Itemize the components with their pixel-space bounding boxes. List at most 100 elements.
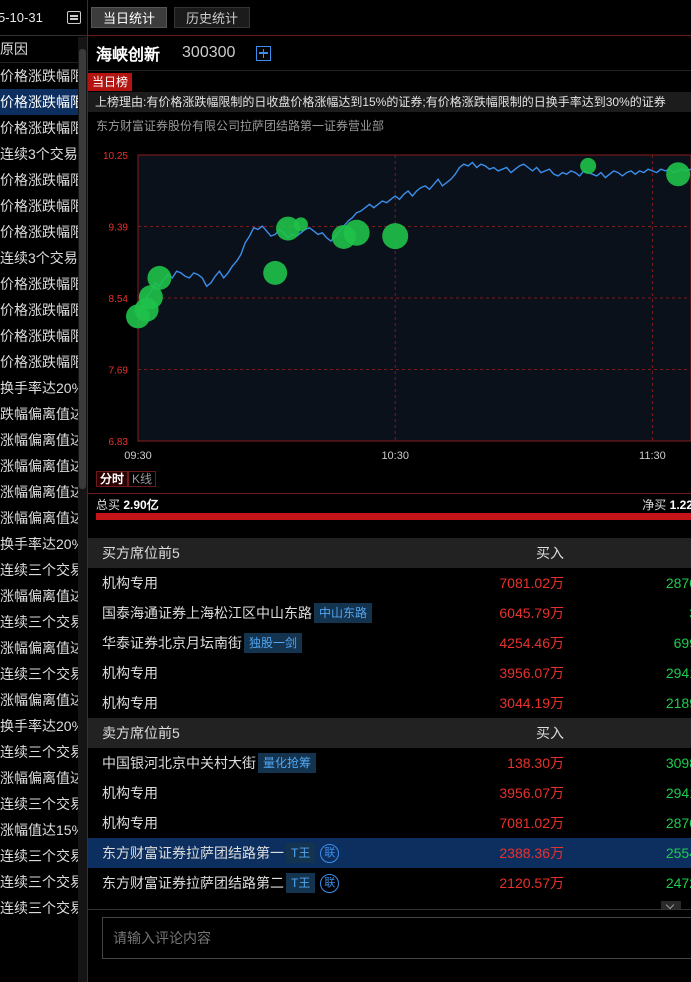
stock-name[interactable]: 海峡创新 — [96, 41, 160, 65]
seat-sell-amount: 2870 — [665, 575, 691, 591]
reason-list-item[interactable]: 涨幅偏离值达7 — [0, 583, 78, 609]
seat-name-text: 机构专用 — [102, 785, 158, 801]
reason-list-item[interactable]: 连续三个交易日内 — [0, 869, 78, 895]
seat-row[interactable]: 华泰证券北京月坛南街独股一剑 4254.46万 699 — [88, 628, 691, 658]
trade-marker — [263, 260, 288, 285]
reason-list-item[interactable]: 价格涨跌幅限制 — [0, 349, 78, 375]
x-tick-label: 09:30 — [124, 450, 152, 462]
seat-tag[interactable]: T王 — [286, 873, 316, 893]
seat-name[interactable]: 机构专用 — [102, 573, 158, 593]
comment-input[interactable] — [102, 917, 691, 959]
linked-seat-icon[interactable]: 联 — [320, 873, 340, 893]
reason-list-item[interactable]: 连续三个交易日内 — [0, 739, 78, 765]
buy-column-header: 买入 — [536, 545, 564, 561]
reason-list-item[interactable]: 连续3个交易日内 — [0, 141, 78, 167]
reason-list-item[interactable]: 换手率达20%的 — [0, 375, 78, 401]
seat-name-text: 机构专用 — [102, 665, 158, 681]
tab-history-stats[interactable]: 历史统计 — [174, 7, 251, 28]
left-scrollbar-thumb[interactable] — [79, 49, 86, 489]
reason-list-item[interactable]: 价格涨跌幅限制 — [0, 193, 78, 219]
reason-list-item[interactable]: 价格涨跌幅限制 — [0, 323, 78, 349]
seat-name-text: 国泰海通证券上海松江区中山东路 — [102, 605, 312, 621]
reason-list-item[interactable]: 换手率达20%的 — [0, 531, 78, 557]
reason-list-item[interactable]: 连续三个交易日内 — [0, 661, 78, 687]
reason-list-item[interactable]: 价格涨跌幅限制 — [0, 63, 78, 89]
net-buy-label: 净买 — [642, 498, 667, 512]
reason-list-item[interactable]: 涨幅偏离值达7 — [0, 687, 78, 713]
add-watchlist-icon[interactable] — [256, 45, 272, 61]
trade-marker — [293, 217, 308, 232]
seat-tag[interactable]: 量化抢筹 — [258, 753, 317, 773]
seat-row[interactable]: 机构专用 3044.19万 2189 — [88, 688, 691, 718]
reason-list-item[interactable]: 涨幅偏离值达7 — [0, 505, 78, 531]
reason-list-item[interactable]: 连续三个交易日内 — [0, 843, 78, 869]
reason-list-item[interactable]: 连续三个交易日内 — [0, 557, 78, 583]
reason-list-item[interactable]: 涨幅值达15%的 — [0, 817, 78, 843]
seat-buy-amount: 3044.19万 — [499, 695, 564, 711]
left-scrollbar[interactable] — [78, 37, 87, 982]
seat-name[interactable]: 中国银河北京中关村大街 量化抢筹 — [102, 753, 317, 773]
reason-list-item[interactable]: 连续3个交易日内 — [0, 245, 78, 271]
left-panel: 5-10-31 原因 价格涨跌幅限制价格涨跌幅限制价格涨跌幅限制连续3个交易日内… — [0, 0, 88, 982]
reason-list-item[interactable]: 涨幅偏离值达7 — [0, 427, 78, 453]
seat-tag[interactable]: 中山东路 — [314, 603, 373, 623]
seat-tag[interactable]: T王 — [286, 843, 316, 863]
seat-name[interactable]: 机构专用 — [102, 813, 158, 833]
seat-name[interactable]: 国泰海通证券上海松江区中山东路 中山东路 — [102, 603, 373, 623]
reason-list-item[interactable]: 涨幅偏离值达7 — [0, 479, 78, 505]
seat-tag[interactable]: 独股一剑 — [244, 633, 303, 653]
reason-list-item[interactable]: 连续三个交易日内 — [0, 791, 78, 817]
seat-row[interactable]: 国泰海通证券上海松江区中山东路中山东路6045.79万3 — [88, 598, 691, 628]
chart-svg: 10.25 9.39 8.54 7.69 6.83 09:30 10:30 11:30 — [103, 151, 691, 462]
reason-list-item[interactable]: 连续三个交易日内 — [0, 609, 78, 635]
seat-sell-amount: 2189 — [665, 695, 691, 711]
reason-list-item[interactable]: 涨幅偏离值达7 — [0, 453, 78, 479]
reason-list-item[interactable]: 价格涨跌幅限制 — [0, 219, 78, 245]
intraday-chart: 10.25 9.39 8.54 7.69 6.83 09:30 10:30 11:30 — [88, 140, 691, 470]
calendar-icon[interactable] — [67, 11, 81, 24]
reason-list-item[interactable]: 价格涨跌幅限制 — [0, 297, 78, 323]
seat-name[interactable]: 华泰证券北京月坛南街 独股一剑 — [102, 633, 303, 653]
seat-name-text: 中国银河北京中关村大街 — [102, 755, 256, 771]
reason-list-item[interactable]: 价格涨跌幅限制 — [0, 115, 78, 141]
seat-name[interactable]: 东方财富证券拉萨团结路第一 T王联 — [102, 843, 340, 863]
trade-marker — [147, 265, 172, 290]
buy-section-header: 买方席位前5 买入 — [88, 538, 691, 568]
seat-name[interactable]: 机构专用 — [102, 783, 158, 803]
seat-name-text: 东方财富证券拉萨团结路第一 — [102, 845, 284, 861]
seat-row[interactable]: 机构专用 3956.07万 2941 — [88, 778, 691, 808]
right-panel: 当日统计 历史统计 海峡创新 300300 当日榜 上榜理由:有价格涨跌幅限制的… — [88, 0, 691, 982]
seat-buy-amount: 3956.07万 — [499, 665, 564, 681]
x-tick-label: 11:30 — [639, 450, 666, 462]
tab-intraday[interactable]: 分时 — [96, 471, 129, 487]
seat-name[interactable]: 东方财富证券拉萨团结路第二 T王联 — [102, 873, 340, 893]
reason-list-item[interactable]: 涨幅偏离值达7 — [0, 765, 78, 791]
seat-row[interactable]: 机构专用 3956.07万 2941 — [88, 658, 691, 688]
tab-today-stats[interactable]: 当日统计 — [91, 7, 168, 28]
total-buy-value: 2.90亿 — [123, 498, 159, 512]
y-tick-label: 8.54 — [109, 294, 129, 305]
reason-list-item[interactable]: 价格涨跌幅限制 — [0, 89, 78, 115]
reason-list-item[interactable]: 价格涨跌幅限制 — [0, 271, 78, 297]
seat-row[interactable]: 东方财富证券拉萨团结路第二T王联 2120.57万 2472 — [88, 868, 691, 898]
seat-name[interactable]: 机构专用 — [102, 693, 158, 713]
reason-list-item[interactable]: 换手率达20%的 — [0, 713, 78, 739]
reason-list-item[interactable]: 连续三个交易日内 — [0, 895, 78, 921]
day-list-badge: 当日榜 — [88, 73, 133, 91]
reason-list-item[interactable]: 价格涨跌幅限制 — [0, 167, 78, 193]
seat-row[interactable]: 机构专用 7081.02万 2870 — [88, 808, 691, 838]
seat-row[interactable]: 中国银河北京中关村大街量化抢筹 138.30万 3098 — [88, 748, 691, 778]
sell-section-title: 卖方席位前5 — [102, 725, 180, 741]
stock-header: 海峡创新 300300 — [88, 36, 691, 71]
seat-row[interactable]: 东方财富证券拉萨团结路第一T王联 2388.36万 2554 — [88, 838, 691, 868]
seat-name[interactable]: 机构专用 — [102, 663, 158, 683]
linked-seat-icon[interactable]: 联 — [320, 843, 340, 863]
chart-mode-tabs: 分时 K线 — [96, 471, 157, 487]
seat-sell-amount: 3098 — [665, 755, 691, 771]
y-tick-label: 9.39 — [109, 223, 129, 234]
reason-list-item[interactable]: 跌幅偏离值达7 — [0, 401, 78, 427]
seat-row[interactable]: 机构专用 7081.02万 2870 — [88, 568, 691, 598]
y-tick-label: 7.69 — [109, 366, 129, 377]
reason-list-item[interactable]: 涨幅偏离值达7 — [0, 635, 78, 661]
tab-kline[interactable]: K线 — [128, 471, 157, 487]
